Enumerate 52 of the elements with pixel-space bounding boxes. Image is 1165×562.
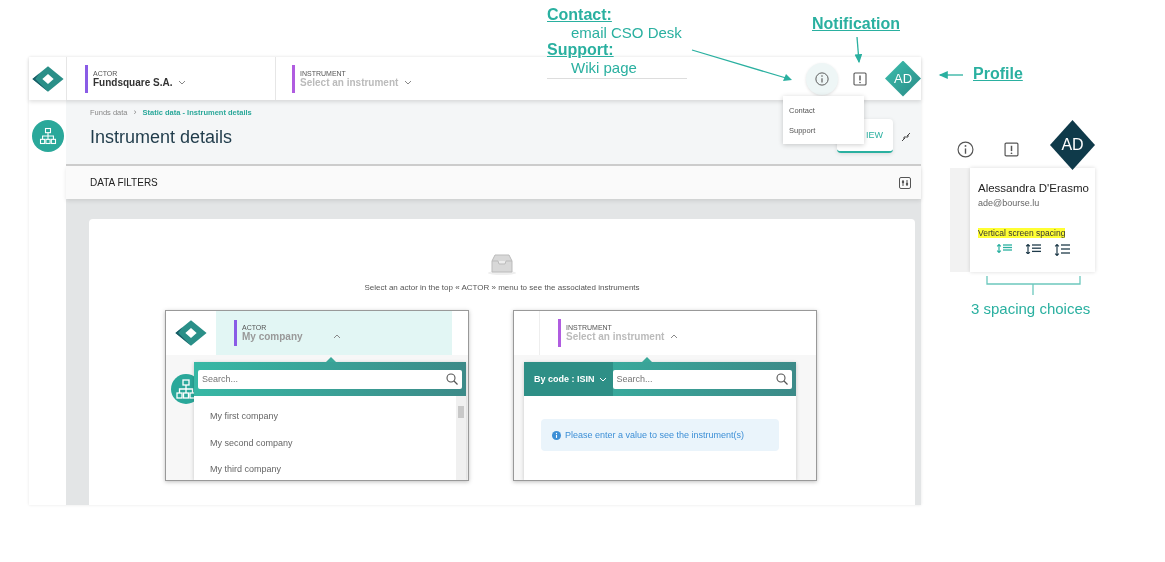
list-item[interactable]: My third company [210,456,456,480]
line-spacing-icon[interactable] [1025,244,1042,255]
accent-bar [292,64,295,93]
user-name: Alessandra D'Erasmo [978,182,1090,194]
spacing-label: Vertical screen spacing [978,228,1066,238]
annotation-heading: Profile [973,65,1023,83]
accent-bar [558,319,561,347]
notification-icon[interactable] [853,71,867,86]
hierarchy-icon [37,126,58,146]
notification-icon[interactable] [1004,141,1019,157]
list-item[interactable]: My first company [210,403,456,430]
actor-selector[interactable]: Fundsquare S.A. [93,76,187,88]
annotation-arrow [938,71,964,79]
sidebar-button[interactable] [31,120,64,152]
info-icon [552,430,561,440]
dropdown-pointer [326,357,336,362]
annotation-text: 3 spacing choices [971,300,1091,317]
accent-bar [234,320,237,346]
annotation-text: email CSO Desk [570,24,683,41]
annotation-text: Wiki page [570,59,638,76]
search-mode-selector[interactable]: By code : ISIN [524,362,613,396]
info-text: Please enter a value to see the instrument(s) [565,430,745,440]
search-field[interactable]: Search... [612,369,792,389]
section-title: DATA FILTERS [90,177,159,188]
dropdown-pointer [642,357,652,362]
search-icon [446,373,458,385]
page-title: Instrument details [90,127,233,148]
annotation-heading: Support: [547,41,615,59]
caret-icon [178,79,187,85]
info-button[interactable] [806,62,838,95]
annotation-heading: Notification [812,15,900,33]
breadcrumb-separator: › [133,107,137,117]
caret-icon [332,334,341,339]
empty-state-message: Select an actor in the top « ACTOR » menu to see the associated instruments [364,283,640,292]
annotation-arrow [854,36,863,64]
sliders-icon[interactable] [899,176,911,189]
accent-bar [85,64,88,93]
scrollbar[interactable] [456,396,466,480]
avatar-badge[interactable]: AD [1050,120,1095,170]
search-icon [776,373,788,385]
info-icon[interactable] [957,140,974,158]
info-icon [815,71,829,86]
line-spacing-icon[interactable] [1054,244,1071,256]
caret-icon [598,376,607,382]
collapse-icon[interactable] [901,132,911,142]
caret-icon [670,334,679,339]
annotation-heading: Contact: [547,6,613,24]
search-field[interactable]: Search... [198,369,462,389]
caret-icon [404,79,413,85]
inbox-icon [487,253,517,275]
list-item[interactable]: My second company [210,429,456,456]
user-email: ade@bourse.lu [978,198,1041,208]
